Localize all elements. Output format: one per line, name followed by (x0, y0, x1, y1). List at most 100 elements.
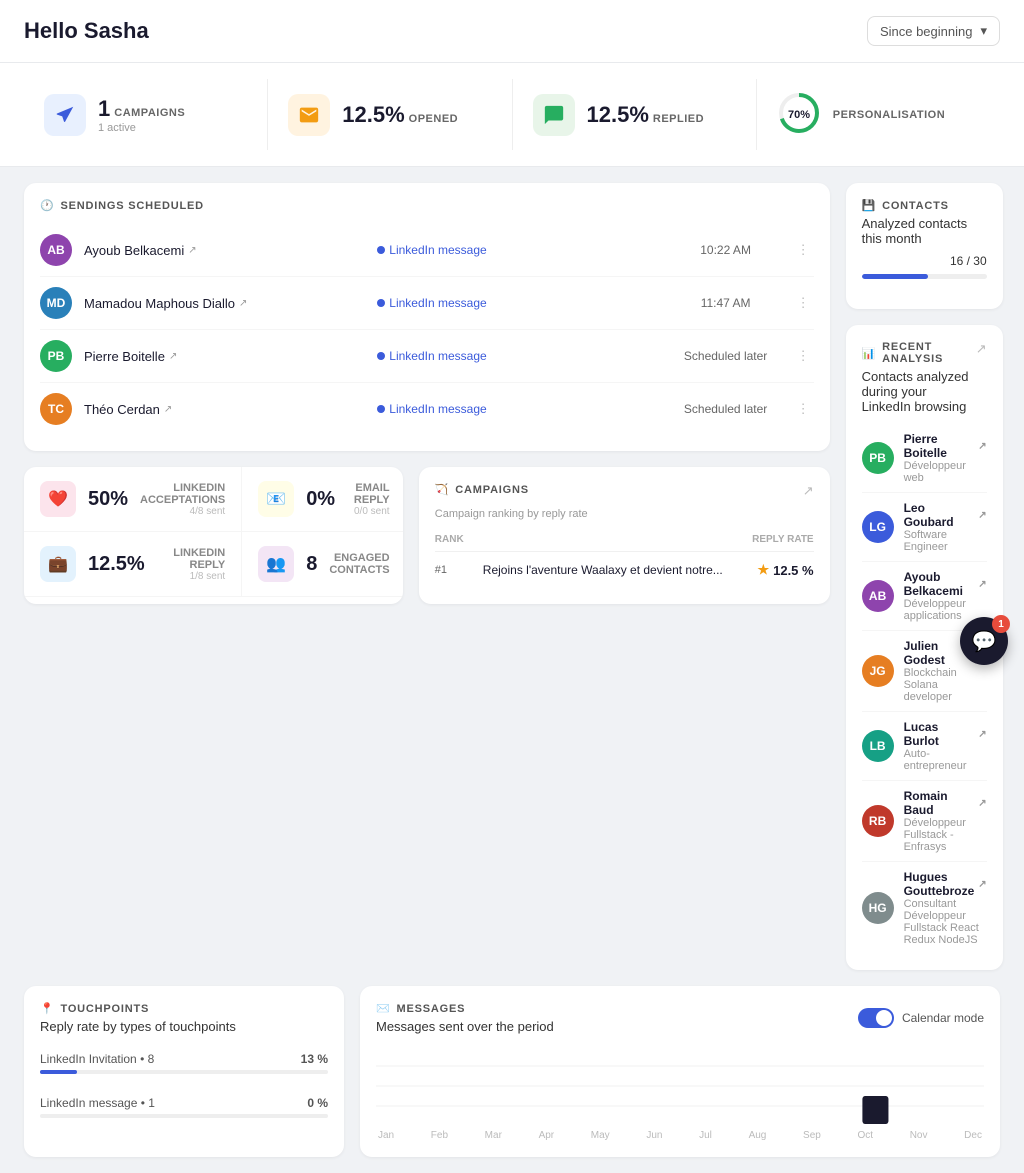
more-menu-button[interactable]: ⋮ (793, 291, 814, 315)
messages-header: ✉️ MESSAGES Messages sent over the perio… (376, 1002, 984, 1034)
contacts-card: 💾 CONTACTS Analyzed contacts this month … (846, 183, 1003, 309)
messages-title: ✉️ MESSAGES (376, 1002, 554, 1015)
touchpoint-bar (40, 1114, 328, 1118)
metric-linkedin-reply: 💼 12.5% LINKEDIN REPLY 1/8 sent (24, 532, 242, 597)
table-row: MD Mamadou Maphous Diallo ↗ LinkedIn mes… (40, 277, 814, 330)
top-bar: Hello Sasha Since beginning ▾ (0, 0, 1024, 63)
external-link-icon: ↗ (239, 298, 247, 309)
ext-link-icon: ↗ (978, 879, 986, 890)
email-reply-icon: 📧 (258, 481, 294, 517)
external-link-icon: ↗ (188, 245, 196, 256)
chart-icon: 📊 (862, 347, 877, 360)
table-row: AB Ayoub Belkacemi ↗ LinkedIn message 10… (40, 224, 814, 277)
contacts-subtitle: Analyzed contacts this month (862, 216, 987, 246)
ext-link-icon: ↗ (978, 798, 986, 809)
time-col: Scheduled later (671, 402, 781, 416)
metrics-campaigns-row: ❤️ 50% LINKEDIN ACCEPTATIONS 4/8 sent 📧 … (24, 467, 830, 604)
avatar: PB (40, 340, 72, 372)
ext-link-icon: ↗ (978, 510, 986, 521)
avatar: HG (862, 892, 894, 924)
analysis-info: Pierre Boitelle ↗ Développeur web (904, 432, 987, 484)
campaigns-section-title: 🏹 CAMPAIGNS (435, 483, 588, 496)
chart-svg (376, 1046, 984, 1126)
ext-link-icon: ↗ (978, 579, 986, 590)
analysis-info: Leo Goubard ↗ Software Engineer (904, 501, 987, 553)
contact-name: Théo Cerdan ↗ (84, 402, 365, 417)
calendar-toggle[interactable]: Calendar mode (858, 1008, 984, 1028)
list-item: PB Pierre Boitelle ↗ Développeur web (862, 424, 987, 493)
period-selector[interactable]: Since beginning ▾ (867, 16, 1000, 46)
month-jun: Jun (646, 1130, 662, 1141)
contacts-progress-value: 16 / 30 (950, 254, 987, 268)
campaigns-value: 1 (98, 96, 110, 122)
campaigns-stat-info: 1 CAMPAIGNS 1 active (98, 96, 185, 134)
list-item: LinkedIn message • 1 0 % (40, 1090, 328, 1124)
time-col: 11:47 AM (671, 296, 781, 310)
engaged-icon: 👥 (258, 546, 294, 582)
analysis-header: 📊 RECENT ANALYSIS Contacts analyzed duri… (862, 341, 987, 424)
month-nov: Nov (910, 1130, 928, 1141)
month-dec: Dec (964, 1130, 982, 1141)
campaign-rank: #1 (435, 564, 475, 576)
touchpoints-icon: 📍 (40, 1002, 55, 1015)
campaign-rate: ★ 12.5 % (734, 562, 814, 578)
name-col-header (475, 534, 734, 545)
avatar: PB (862, 442, 894, 474)
time-col: Scheduled later (671, 349, 781, 363)
external-link-icon[interactable]: ↗ (976, 341, 987, 357)
replied-value: 12.5% (587, 102, 649, 128)
more-menu-button[interactable]: ⋮ (793, 397, 814, 421)
campaigns-icon (44, 94, 86, 136)
metric-value-block: 0% (306, 488, 335, 511)
opened-stat-info: 12.5% OPENED (342, 102, 458, 128)
messages-card: ✉️ MESSAGES Messages sent over the perio… (360, 986, 1000, 1157)
analysis-info: Ayoub Belkacemi ↗ Développeur applicatio… (904, 570, 987, 622)
personalisation-label: PERSONALISATION (833, 109, 945, 121)
month-may: May (591, 1130, 610, 1141)
metric-email-reply: 📧 0% EMAIL REPLY 0/0 sent (242, 467, 403, 532)
avatar: TC (40, 393, 72, 425)
list-item: LB Lucas Burlot ↗ Auto-entrepreneur (862, 712, 987, 781)
analysis-info: Lucas Burlot ↗ Auto-entrepreneur (904, 720, 987, 772)
analysis-title: 📊 RECENT ANALYSIS (862, 341, 976, 365)
touchpoints-card: 📍 TOUCHPOINTS Reply rate by types of tou… (24, 986, 344, 1157)
stat-personalisation: 70% PERSONALISATION (757, 79, 1000, 150)
calendar-toggle-switch[interactable] (858, 1008, 894, 1028)
more-menu-button[interactable]: ⋮ (793, 238, 814, 262)
linkedin-reply-icon: 💼 (40, 546, 76, 582)
contacts-progress-row: 16 / 30 (862, 254, 987, 268)
sendings-title: 🕐 SENDINGS SCHEDULED (40, 199, 814, 212)
campaign-name: Rejoins l'aventure Waalaxy et devient no… (483, 563, 726, 577)
touchpoint-fill (40, 1070, 77, 1074)
stats-bar: 1 CAMPAIGNS 1 active 12.5% OPENED 12.5% … (0, 63, 1024, 167)
clock-icon: 🕐 (40, 199, 55, 212)
chat-bubble[interactable]: 💬 1 (960, 617, 1008, 665)
metric-value-block: 8 (306, 553, 317, 576)
more-menu-button[interactable]: ⋮ (793, 344, 814, 368)
contact-name: Mamadou Maphous Diallo ↗ (84, 296, 365, 311)
external-link-icon[interactable]: ↗ (803, 483, 814, 499)
list-item: RB Romain Baud ↗ Développeur Fullstack -… (862, 781, 987, 862)
campaigns-title-block: 🏹 CAMPAIGNS Campaign ranking by reply ra… (435, 483, 588, 520)
replied-label: REPLIED (653, 113, 704, 125)
touchpoint-pct: 13 % (301, 1052, 328, 1066)
month-oct: Oct (857, 1130, 873, 1141)
contacts-title: 💾 CONTACTS (862, 199, 987, 212)
campaigns-sub: 1 active (98, 122, 185, 134)
chat-badge: 1 (992, 615, 1010, 633)
metric-label-block: EMAIL REPLY 0/0 sent (347, 482, 390, 517)
page-title: Hello Sasha (24, 18, 149, 44)
metric-linkedin-accept: ❤️ 50% LINKEDIN ACCEPTATIONS 4/8 sent (24, 467, 242, 532)
opened-icon (288, 94, 330, 136)
avatar: RB (862, 805, 894, 837)
time-col: 10:22 AM (671, 243, 781, 257)
analysis-info: Hugues Gouttebroze ↗ Consultant Développ… (904, 870, 987, 946)
opened-value: 12.5% (342, 102, 404, 128)
messages-title-block: ✉️ MESSAGES Messages sent over the perio… (376, 1002, 554, 1034)
svg-text:70%: 70% (788, 109, 810, 121)
ext-link-icon: ↗ (978, 729, 986, 740)
campaigns-col-headers: RANK REPLY RATE (435, 528, 814, 552)
channel-badge: LinkedIn message (377, 296, 658, 310)
table-row: PB Pierre Boitelle ↗ LinkedIn message Sc… (40, 330, 814, 383)
contacts-icon: 💾 (862, 199, 877, 212)
